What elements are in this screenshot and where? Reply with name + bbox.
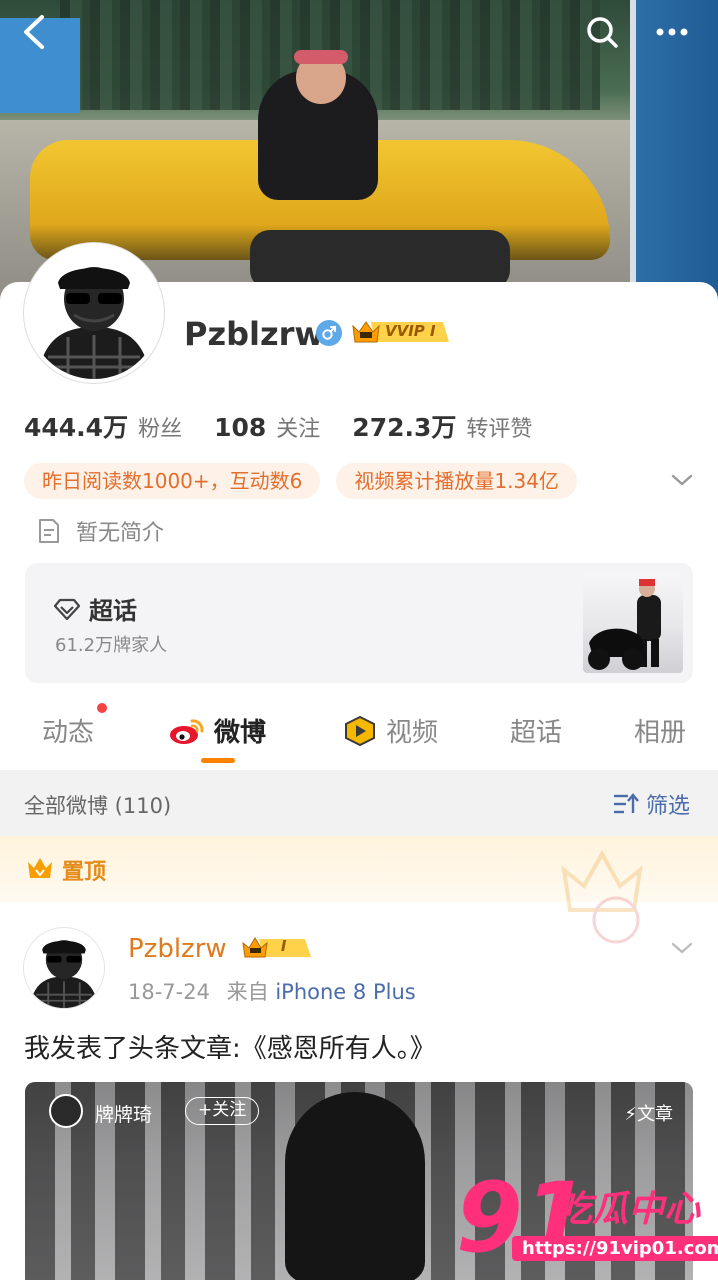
article-type-label: ⚡文章 [624, 1100, 673, 1126]
article-silhouette [285, 1092, 425, 1280]
pinned-label: 置顶 [62, 860, 107, 885]
tab-album-label: 相册 [634, 718, 687, 748]
post-avatar-illustration-icon [24, 928, 104, 1008]
stat-followers[interactable]: 444.4万 粉丝 [24, 408, 182, 444]
tab-album[interactable]: 相册 [634, 712, 686, 749]
cover-bike-engine [250, 230, 510, 290]
pinned-crown-stamp-icon [561, 849, 643, 944]
video-icon [345, 715, 375, 746]
super-topic-label: 超话 [89, 597, 137, 625]
diamond-icon [53, 598, 81, 620]
profile-tabs: 动态 微博 视频 超话 相册 [0, 700, 718, 770]
tab-activity-label: 动态 [42, 718, 95, 748]
super-topic-thumbnail [583, 573, 683, 673]
tab-super-topic[interactable]: 超话 [510, 712, 562, 749]
stat-interactions[interactable]: 272.3万 转评赞 [352, 408, 532, 444]
feed-filter-bar: 全部微博 (110) 筛选 [0, 770, 718, 836]
avatar[interactable] [24, 243, 164, 383]
article-follow-button[interactable]: +关注 [185, 1097, 260, 1125]
following-count: 108 [214, 413, 267, 442]
interactions-count: 272.3万 [352, 413, 457, 442]
tab-video[interactable]: 视频 [342, 712, 438, 749]
article-type-text: 文章 [637, 1104, 673, 1125]
post-vip-badge-icon [242, 937, 311, 958]
vvip-badge-text: VVIP I [385, 322, 436, 340]
profile-name: Pzblzrw [184, 315, 324, 353]
video-plays-chip[interactable]: 视频累计播放量1.34亿 [336, 463, 577, 499]
active-tab-indicator [201, 758, 235, 763]
search-icon [587, 17, 618, 48]
tab-super-topic-label: 超话 [510, 718, 563, 748]
crown-icon [28, 858, 52, 878]
more-icon [656, 28, 688, 36]
super-topic-card[interactable]: 超话 61.2万牌家人 [25, 563, 693, 683]
filter-button[interactable]: 筛选 [612, 788, 690, 820]
back-button[interactable] [12, 10, 56, 54]
post-source[interactable]: iPhone 8 Plus [275, 980, 415, 1004]
tab-activity[interactable]: 动态 [42, 712, 94, 749]
article-author-name[interactable]: 牌牌琦 [95, 1100, 152, 1127]
vvip-badge[interactable]: VVIP I [351, 318, 449, 346]
super-topic-members: 61.2万牌家人 [55, 635, 168, 656]
cover-child-goggles [294, 50, 348, 64]
lightning-icon: ⚡ [624, 1104, 637, 1125]
tab-weibo[interactable]: 微博 [168, 712, 266, 749]
post-vip-badge[interactable]: I [241, 935, 311, 961]
watermark-url: https://91vip01.com [512, 1236, 718, 1261]
post-date: 18-7-24 [128, 980, 210, 1004]
watermark: 91 吃瓜中心 https://91vip01.com [456, 1170, 718, 1280]
filter-label: 筛选 [645, 794, 690, 819]
avatar-illustration-icon [28, 247, 160, 379]
pinned-banner: 置顶 [0, 836, 718, 944]
post-meta: 18-7-24 来自 iPhone 8 Plus [128, 976, 416, 1006]
post-source-prefix: 来自 [226, 980, 269, 1004]
stat-following[interactable]: 108 关注 [214, 411, 320, 443]
article-author-avatar[interactable] [49, 1094, 83, 1128]
post-menu-chevron-icon[interactable] [670, 938, 694, 958]
reading-stats-chip[interactable]: 昨日阅读数1000+，互动数6 [24, 463, 321, 499]
post-vip-badge-text: I [280, 937, 287, 955]
more-button[interactable] [650, 10, 694, 54]
post-author-name[interactable]: Pzblzrw [128, 934, 227, 964]
weibo-logo-icon [170, 718, 204, 744]
following-label: 关注 [276, 417, 321, 442]
followers-label: 粉丝 [138, 417, 183, 442]
search-button[interactable] [580, 10, 624, 54]
chevron-down-icon[interactable] [670, 470, 694, 490]
interactions-label: 转评赞 [466, 417, 533, 442]
male-gender-icon [316, 320, 342, 346]
followers-count: 444.4万 [24, 413, 129, 442]
all-posts-count[interactable]: 全部微博 (110) [24, 790, 171, 820]
watermark-text: 吃瓜中心 [556, 1189, 701, 1230]
post-author-avatar[interactable] [24, 928, 104, 1008]
post-text[interactable]: 我发表了头条文章:《感恩所有人。》 [24, 1028, 436, 1065]
super-topic-title: 超话 [53, 591, 137, 626]
document-icon [39, 519, 59, 543]
tab-video-label: 视频 [386, 718, 439, 748]
profile-stats: 444.4万 粉丝 108 关注 272.3万 转评赞 [24, 408, 564, 444]
back-icon [24, 15, 44, 49]
profile-chips: 昨日阅读数1000+，互动数6 视频累计播放量1.34亿 [24, 463, 593, 499]
bio-text: 暂无简介 [76, 521, 165, 546]
filter-icon [613, 793, 639, 814]
bio-row[interactable]: 暂无简介 [38, 515, 164, 547]
tab-weibo-label: 微博 [214, 718, 267, 748]
post-author-row: Pzblzrw I [128, 934, 311, 964]
activity-notification-dot [97, 703, 107, 713]
